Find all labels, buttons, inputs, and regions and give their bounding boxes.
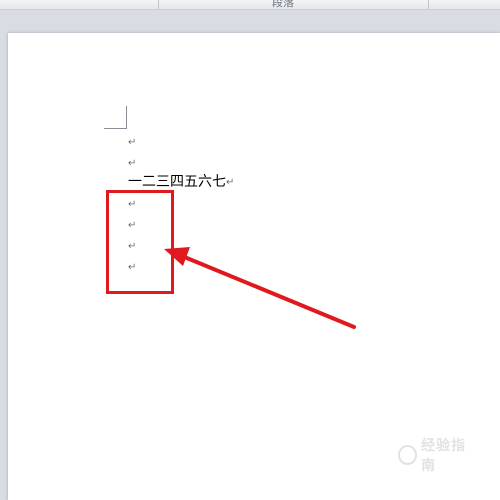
paragraph-line[interactable]: ↵ <box>128 153 136 173</box>
paragraph-mark-icon: ↵ <box>226 177 235 188</box>
ribbon-strip: 段落 <box>0 0 500 10</box>
paragraph-text: 一二三四五六七 <box>128 174 226 190</box>
ribbon-group-label: 段落 <box>272 0 294 9</box>
watermark: 经验指南 <box>398 438 478 474</box>
paragraph-line[interactable]: 一二三四五六七↵ <box>128 172 234 192</box>
ribbon-separator <box>158 0 159 9</box>
paragraph-mark-icon: ↵ <box>128 137 137 148</box>
paragraph-line[interactable]: ↵ <box>128 132 136 152</box>
margin-corner-mark <box>104 106 127 129</box>
ribbon-separator <box>428 0 429 9</box>
watermark-text: 经验指南 <box>421 438 467 474</box>
highlight-box <box>106 190 174 294</box>
document-page[interactable] <box>8 33 500 500</box>
watermark-logo-icon <box>398 445 418 465</box>
paragraph-mark-icon: ↵ <box>128 158 137 169</box>
